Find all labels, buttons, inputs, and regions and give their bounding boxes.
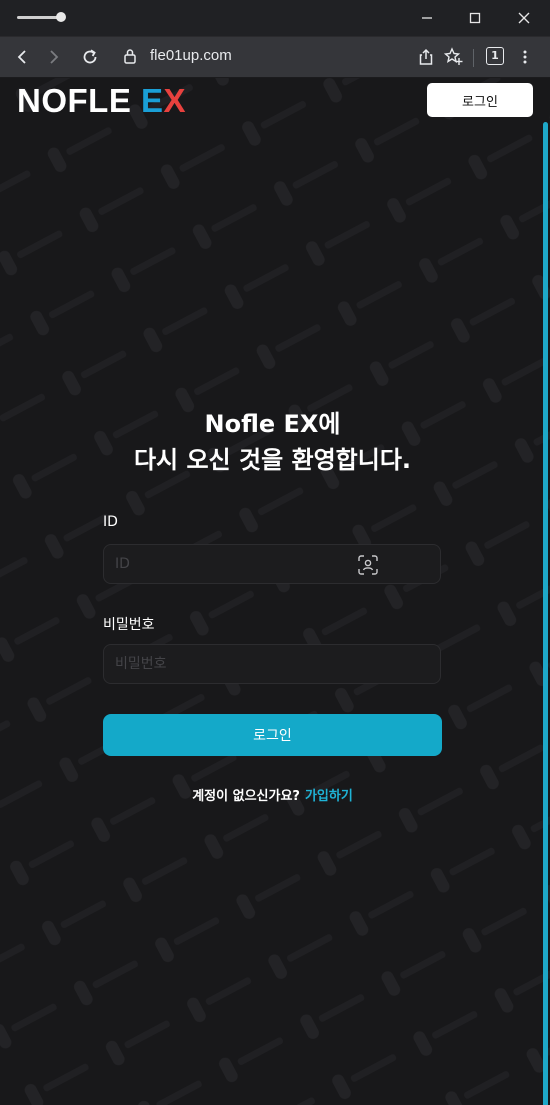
logo-letter-x: X [163,82,187,119]
site-logo[interactable]: NOFLE EX [17,81,186,121]
close-icon[interactable] [511,6,537,30]
window-slider-knob[interactable] [56,12,66,22]
welcome-line-2: 다시 오신 것을 환영합니다. [133,446,412,474]
scrollbar-accent[interactable] [543,122,548,1105]
welcome-heading: Nofle EX에 다시 오신 것을 환영합니다. [0,406,545,478]
face-id-icon[interactable] [357,554,379,576]
id-field[interactable] [103,544,441,584]
page-content: NOFLE EX 로그인 Nofle EX에 다시 오신 것을 환영합니다. I… [0,78,550,1105]
signup-link[interactable]: 가입하기 [305,789,353,804]
id-label: ID [103,514,118,530]
reload-icon[interactable] [78,45,102,69]
extensions-star-icon[interactable] [442,45,466,69]
password-label: 비밀번호 [103,617,155,633]
lock-icon[interactable] [123,47,141,67]
more-menu-icon[interactable] [513,45,537,69]
minimize-icon[interactable] [414,6,440,30]
welcome-line-1: Nofle EX에 [204,410,341,438]
toolbar-separator [473,49,474,67]
header-login-button[interactable]: 로그인 [427,83,533,117]
logo-letter-e: E [141,82,164,119]
back-icon[interactable] [10,45,34,69]
maximize-icon[interactable] [462,6,488,30]
signup-question: 계정이 없으신가요? [192,789,300,804]
login-submit-button[interactable]: 로그인 [103,714,442,756]
browser-address-bar: fle01up.com 1 [0,37,550,77]
forward-icon[interactable] [42,45,66,69]
browser-title-bar [0,0,550,37]
password-field[interactable] [103,644,441,684]
watermark-pattern [0,78,550,1105]
logo-text: NOFLE [17,82,141,119]
password-input[interactable] [104,645,440,683]
tab-count-icon[interactable]: 1 [486,47,504,65]
signup-prompt: 계정이 없으신가요? 가입하기 [0,785,545,804]
id-input[interactable] [104,545,440,583]
share-icon[interactable] [414,45,438,69]
url-text[interactable]: fle01up.com [150,47,232,64]
